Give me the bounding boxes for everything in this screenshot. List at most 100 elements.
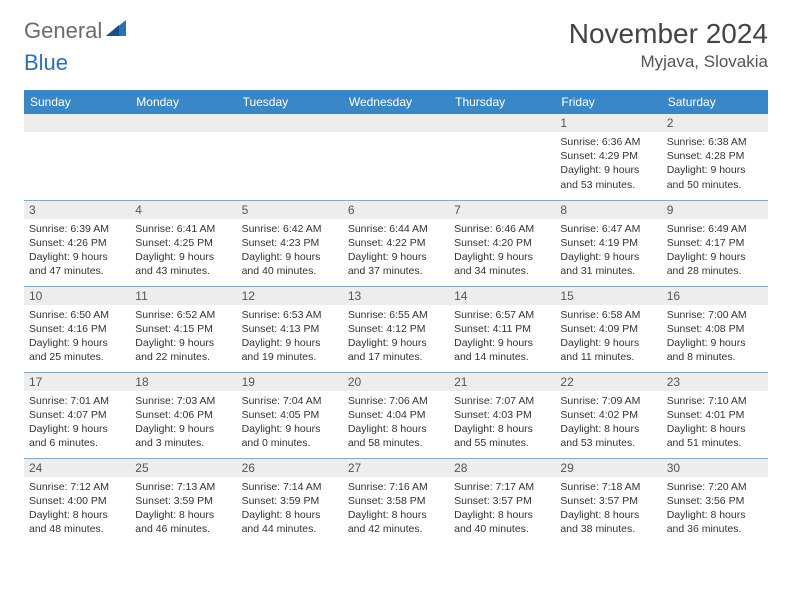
day-number	[449, 114, 555, 132]
day-number: 15	[555, 287, 661, 305]
calendar-week-row: 24Sunrise: 7:12 AMSunset: 4:00 PMDayligh…	[24, 458, 768, 544]
calendar-day-cell: 10Sunrise: 6:50 AMSunset: 4:16 PMDayligh…	[24, 286, 130, 372]
day-ss: Sunset: 4:06 PM	[135, 408, 231, 422]
calendar-day-cell: 22Sunrise: 7:09 AMSunset: 4:02 PMDayligh…	[555, 372, 661, 458]
day-number: 4	[130, 201, 236, 219]
day-details: Sunrise: 6:38 AMSunset: 4:28 PMDaylight:…	[662, 132, 768, 196]
calendar-day-cell: 5 Sunrise: 6:42 AMSunset: 4:23 PMDaylight…	[237, 200, 343, 286]
day-d2: and 46 minutes.	[135, 522, 231, 536]
day-ss: Sunset: 3:57 PM	[454, 494, 550, 508]
day-number: 30	[662, 459, 768, 477]
day-d2: and 31 minutes.	[560, 264, 656, 278]
day-d1: Daylight: 8 hours	[135, 508, 231, 522]
calendar-day-cell: 24Sunrise: 7:12 AMSunset: 4:00 PMDayligh…	[24, 458, 130, 544]
calendar-day-cell: 3Sunrise: 6:39 AMSunset: 4:26 PMDaylight…	[24, 200, 130, 286]
day-details: Sunrise: 6:58 AMSunset: 4:09 PMDaylight:…	[555, 305, 661, 369]
day-details: Sunrise: 7:16 AMSunset: 3:58 PMDaylight:…	[343, 477, 449, 541]
day-d2: and 48 minutes.	[29, 522, 125, 536]
day-sr: Sunrise: 6:38 AM	[667, 135, 763, 149]
day-sr: Sunrise: 7:14 AM	[242, 480, 338, 494]
day-number: 27	[343, 459, 449, 477]
day-details: Sunrise: 6:49 AMSunset: 4:17 PMDaylight:…	[662, 219, 768, 283]
day-d2: and 44 minutes.	[242, 522, 338, 536]
day-d2: and 17 minutes.	[348, 350, 444, 364]
calendar-day-cell	[449, 114, 555, 200]
calendar-week-row: 10Sunrise: 6:50 AMSunset: 4:16 PMDayligh…	[24, 286, 768, 372]
calendar-day-cell: 14Sunrise: 6:57 AMSunset: 4:11 PMDayligh…	[449, 286, 555, 372]
day-details: Sunrise: 7:20 AMSunset: 3:56 PMDaylight:…	[662, 477, 768, 541]
day-details: Sunrise: 6:36 AMSunset: 4:29 PMDaylight:…	[555, 132, 661, 196]
weekday-header-row: Sunday Monday Tuesday Wednesday Thursday…	[24, 90, 768, 114]
day-d1: Daylight: 8 hours	[560, 508, 656, 522]
day-ss: Sunset: 4:01 PM	[667, 408, 763, 422]
day-d2: and 55 minutes.	[454, 436, 550, 450]
day-ss: Sunset: 4:04 PM	[348, 408, 444, 422]
day-ss: Sunset: 4:00 PM	[29, 494, 125, 508]
weekday-header: Sunday	[24, 90, 130, 114]
day-details: Sunrise: 6:57 AMSunset: 4:11 PMDaylight:…	[449, 305, 555, 369]
day-d1: Daylight: 9 hours	[29, 336, 125, 350]
day-sr: Sunrise: 6:42 AM	[242, 222, 338, 236]
day-ss: Sunset: 4:29 PM	[560, 149, 656, 163]
day-details	[237, 132, 343, 139]
day-ss: Sunset: 4:23 PM	[242, 236, 338, 250]
day-sr: Sunrise: 7:09 AM	[560, 394, 656, 408]
day-d1: Daylight: 9 hours	[348, 336, 444, 350]
day-number: 12	[237, 287, 343, 305]
day-number: 28	[449, 459, 555, 477]
day-d1: Daylight: 9 hours	[667, 336, 763, 350]
day-number: 26	[237, 459, 343, 477]
calendar-day-cell: 20Sunrise: 7:06 AMSunset: 4:04 PMDayligh…	[343, 372, 449, 458]
day-d2: and 38 minutes.	[560, 522, 656, 536]
day-ss: Sunset: 4:11 PM	[454, 322, 550, 336]
day-details: Sunrise: 7:04 AMSunset: 4:05 PMDaylight:…	[237, 391, 343, 455]
weekday-header: Monday	[130, 90, 236, 114]
day-ss: Sunset: 4:03 PM	[454, 408, 550, 422]
day-details: Sunrise: 6:50 AMSunset: 4:16 PMDaylight:…	[24, 305, 130, 369]
day-d2: and 25 minutes.	[29, 350, 125, 364]
day-d2: and 53 minutes.	[560, 178, 656, 192]
day-details: Sunrise: 7:17 AMSunset: 3:57 PMDaylight:…	[449, 477, 555, 541]
day-number: 19	[237, 373, 343, 391]
day-details: Sunrise: 6:41 AMSunset: 4:25 PMDaylight:…	[130, 219, 236, 283]
day-d2: and 58 minutes.	[348, 436, 444, 450]
location-label: Myjava, Slovakia	[569, 52, 768, 72]
day-sr: Sunrise: 7:01 AM	[29, 394, 125, 408]
day-number: 23	[662, 373, 768, 391]
day-ss: Sunset: 4:02 PM	[560, 408, 656, 422]
day-details: Sunrise: 7:00 AMSunset: 4:08 PMDaylight:…	[662, 305, 768, 369]
calendar-day-cell: 8Sunrise: 6:47 AMSunset: 4:19 PMDaylight…	[555, 200, 661, 286]
day-ss: Sunset: 4:13 PM	[242, 322, 338, 336]
calendar-day-cell	[343, 114, 449, 200]
day-details: Sunrise: 7:10 AMSunset: 4:01 PMDaylight:…	[662, 391, 768, 455]
day-d1: Daylight: 9 hours	[242, 422, 338, 436]
day-d1: Daylight: 8 hours	[454, 422, 550, 436]
day-d2: and 47 minutes.	[29, 264, 125, 278]
day-d1: Daylight: 9 hours	[242, 250, 338, 264]
day-ss: Sunset: 3:57 PM	[560, 494, 656, 508]
day-sr: Sunrise: 7:18 AM	[560, 480, 656, 494]
day-number: 5	[237, 201, 343, 219]
weekday-header: Tuesday	[237, 90, 343, 114]
day-d1: Daylight: 9 hours	[454, 250, 550, 264]
day-sr: Sunrise: 6:47 AM	[560, 222, 656, 236]
calendar-day-cell: 28Sunrise: 7:17 AMSunset: 3:57 PMDayligh…	[449, 458, 555, 544]
day-d2: and 40 minutes.	[454, 522, 550, 536]
day-details: Sunrise: 7:18 AMSunset: 3:57 PMDaylight:…	[555, 477, 661, 541]
day-number: 11	[130, 287, 236, 305]
day-number	[24, 114, 130, 132]
calendar-day-cell: 13Sunrise: 6:55 AMSunset: 4:12 PMDayligh…	[343, 286, 449, 372]
day-number: 20	[343, 373, 449, 391]
day-d2: and 43 minutes.	[135, 264, 231, 278]
calendar-day-cell: 27Sunrise: 7:16 AMSunset: 3:58 PMDayligh…	[343, 458, 449, 544]
calendar-day-cell: 25Sunrise: 7:13 AMSunset: 3:59 PMDayligh…	[130, 458, 236, 544]
calendar-day-cell: 4Sunrise: 6:41 AMSunset: 4:25 PMDaylight…	[130, 200, 236, 286]
calendar-day-cell: 19Sunrise: 7:04 AMSunset: 4:05 PMDayligh…	[237, 372, 343, 458]
month-title: November 2024	[569, 18, 768, 50]
day-number: 25	[130, 459, 236, 477]
calendar-day-cell: 2Sunrise: 6:38 AMSunset: 4:28 PMDaylight…	[662, 114, 768, 200]
day-details	[130, 132, 236, 139]
day-sr: Sunrise: 7:03 AM	[135, 394, 231, 408]
day-d2: and 22 minutes.	[135, 350, 231, 364]
brand-word-2: Blue	[24, 50, 68, 76]
